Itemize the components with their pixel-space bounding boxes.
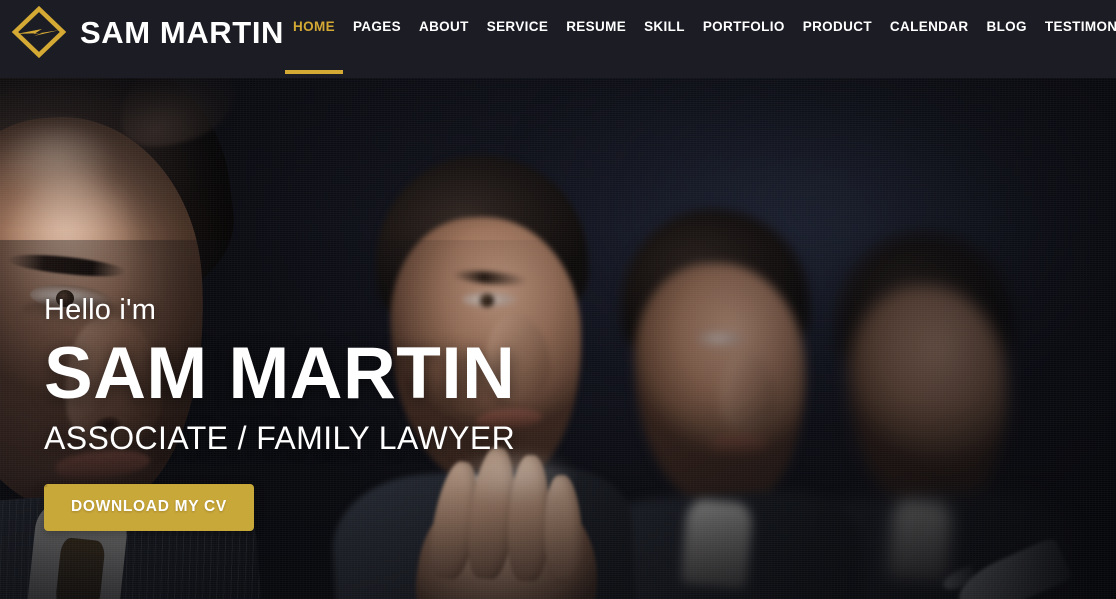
main-navigation: HOME PAGES ABOUT SERVICE RESUME SKILL PO… xyxy=(284,0,1116,78)
hero-greeting: Hello i'm xyxy=(44,294,157,326)
site-header: SAM MARTIN HOME PAGES ABOUT SERVICE RESU… xyxy=(0,0,1116,78)
brand-logo-link[interactable]: SAM MARTIN xyxy=(8,0,284,62)
diamond-bolt-logo-icon xyxy=(11,5,67,59)
download-cv-button[interactable]: DOWNLOAD MY CV xyxy=(44,483,254,531)
page-root: SAM MARTIN HOME PAGES ABOUT SERVICE RESU… xyxy=(0,0,1116,599)
hero-name: SAM MARTIN xyxy=(44,332,516,414)
nav-item-pages[interactable]: PAGES xyxy=(344,17,410,37)
nav-item-service[interactable]: SERVICE xyxy=(478,17,557,37)
nav-item-about[interactable]: ABOUT xyxy=(410,17,478,37)
hero-content: Hello i'm SAM MARTIN ASSOCIATE / FAMILY … xyxy=(44,294,804,531)
nav-item-calendar[interactable]: CALENDAR xyxy=(881,17,978,37)
nav-item-skill[interactable]: SKILL xyxy=(635,17,694,37)
nav-item-home[interactable]: HOME xyxy=(284,17,344,74)
hero-role: ASSOCIATE / FAMILY LAWYER xyxy=(44,419,516,456)
nav-item-blog[interactable]: BLOG xyxy=(977,17,1035,37)
brand-name: SAM MARTIN xyxy=(80,14,285,50)
nav-item-portfolio[interactable]: PORTFOLIO xyxy=(694,17,794,37)
nav-item-product[interactable]: PRODUCT xyxy=(794,17,881,37)
nav-item-testimonials[interactable]: TESTIMONIALS xyxy=(1036,17,1116,37)
nav-item-resume[interactable]: RESUME xyxy=(557,17,635,37)
